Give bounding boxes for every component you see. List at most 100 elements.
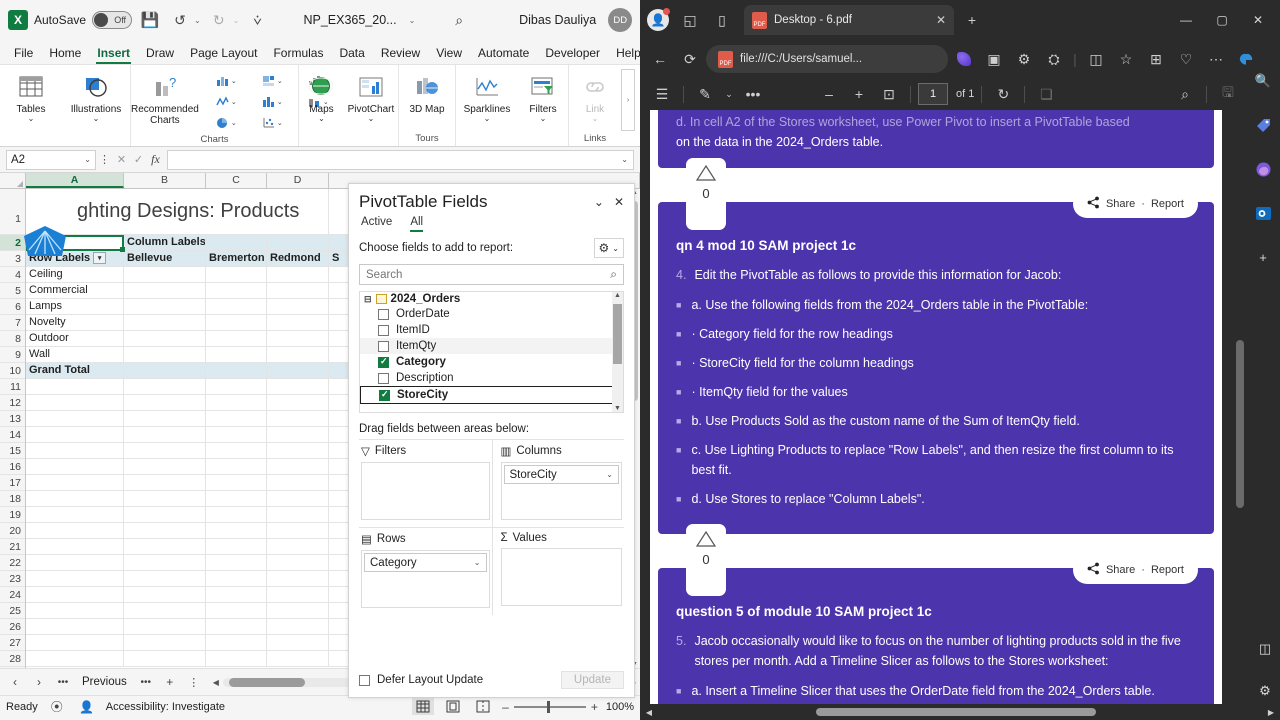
field-list-scroll-up-icon[interactable]: ▲	[612, 292, 623, 299]
hscroll-left-icon[interactable]: ◀	[213, 678, 219, 687]
field-chip-storecity[interactable]: StoreCity ⌄	[503, 465, 619, 484]
row-header-16[interactable]: 16	[0, 459, 25, 475]
cell-a8-outdoor[interactable]: Outdoor	[26, 331, 124, 346]
vote-box-5[interactable]: 0	[686, 524, 726, 596]
hscroll-left-icon[interactable]: ◀	[642, 708, 656, 717]
browser-minimize-button[interactable]: —	[1168, 5, 1204, 35]
field-search-box[interactable]: ⌕	[359, 264, 624, 285]
field-list-scrollbar[interactable]: ▲ ▼	[612, 292, 623, 412]
cancel-icon[interactable]: ✕	[113, 153, 130, 166]
field-list-scroll-down-icon[interactable]: ▼	[612, 405, 623, 412]
next-sheet-icon[interactable]: ›	[28, 675, 50, 689]
checkbox-storecity[interactable]	[379, 389, 390, 401]
checkbox-description[interactable]	[378, 372, 389, 384]
add-favorite-icon[interactable]: ☆	[1112, 45, 1140, 73]
shopping-icon[interactable]	[1252, 114, 1274, 136]
workbook-filename[interactable]: NP_EX365_20...	[303, 13, 396, 27]
row-header-19[interactable]: 19	[0, 507, 25, 523]
split-screen-icon[interactable]: ◫	[1082, 45, 1110, 73]
cell-c8[interactable]	[206, 331, 267, 346]
share-report-4[interactable]: Share · Report	[1072, 190, 1198, 218]
page-number-input[interactable]: 1	[918, 83, 948, 105]
table-of-contents-icon[interactable]: ☰	[648, 80, 676, 108]
row-header-27[interactable]: 27	[0, 635, 25, 651]
column-header-c[interactable]: C	[206, 173, 267, 188]
tab-insert[interactable]: Insert	[89, 44, 138, 64]
column-header-b[interactable]: B	[124, 173, 206, 188]
row-header-24[interactable]: 24	[0, 587, 25, 603]
cell-c2[interactable]	[206, 235, 267, 250]
row-header-7[interactable]: 7	[0, 315, 25, 331]
row-header-17[interactable]: 17	[0, 475, 25, 491]
save-icon[interactable]: 💾	[138, 8, 162, 32]
column-header-a[interactable]: A	[26, 173, 124, 188]
line-chart-icon[interactable]: ⌄	[203, 91, 249, 112]
pivot-tab-active[interactable]: Active	[361, 216, 392, 232]
pdf-horizontal-scrollbar[interactable]: ◀ ▶	[640, 704, 1280, 720]
sparklines-button[interactable]: Sparklines ⌄	[456, 68, 518, 123]
page-view-icon[interactable]: ❏	[1032, 80, 1060, 108]
cell-b4[interactable]	[124, 267, 206, 282]
cell-a5-commercial[interactable]: Commercial	[26, 283, 124, 298]
pivot-pane-minimize-icon[interactable]: ⌄	[594, 195, 604, 209]
row-header-21[interactable]: 21	[0, 539, 25, 555]
area-columns-box[interactable]: StoreCity ⌄	[500, 462, 622, 520]
zoom-out-icon[interactable]: –	[815, 80, 843, 108]
3d-map-button[interactable]: 3D Map	[399, 68, 455, 115]
filters-button[interactable]: Filters ⌄	[518, 68, 568, 123]
zoom-in-button[interactable]: +	[591, 700, 598, 714]
previous-sheet-icon[interactable]: ‹	[4, 675, 26, 689]
workspaces-icon[interactable]: ◱	[676, 6, 704, 34]
rotate-icon[interactable]: ↻	[989, 80, 1017, 108]
browser-close-button[interactable]: ✕	[1240, 5, 1276, 35]
field-list[interactable]: ⊟ 2024_Orders OrderDate ItemID ItemQty ⌄	[359, 291, 624, 413]
cell-d10[interactable]	[267, 363, 329, 378]
row-header-25[interactable]: 25	[0, 603, 25, 619]
search-icon[interactable]: ⌕	[455, 12, 463, 29]
back-icon[interactable]: ←	[646, 45, 674, 73]
copilot-icon[interactable]	[1252, 158, 1274, 180]
reading-view-icon[interactable]: ▣	[980, 45, 1008, 73]
browser-essentials-icon[interactable]: ♡	[1172, 45, 1200, 73]
formula-more-icon[interactable]: ⋮	[96, 153, 113, 166]
add-icon[interactable]: +	[1252, 246, 1274, 268]
formula-input[interactable]: ⌄	[167, 149, 634, 170]
upvote-icon[interactable]	[695, 530, 717, 548]
gear-icon[interactable]: ⚙	[1254, 680, 1276, 702]
recommended-charts-button[interactable]: ? Recommended Charts	[131, 68, 199, 126]
cell-b6[interactable]	[124, 299, 206, 314]
tab-view[interactable]: View	[428, 44, 470, 64]
scatter-chart-icon[interactable]: ⌄	[249, 112, 295, 133]
tab-data[interactable]: Data	[331, 44, 372, 64]
cell-c7[interactable]	[206, 315, 267, 330]
area-filters-box[interactable]	[361, 462, 490, 520]
normal-view-icon[interactable]	[412, 698, 435, 715]
tab-draw[interactable]: Draw	[138, 44, 182, 64]
cell-c5[interactable]	[206, 283, 267, 298]
cell-b2-column-labels[interactable]: Column Labels▾	[124, 235, 206, 250]
field-item-itemid[interactable]: ItemID	[360, 322, 623, 338]
tables-caret-icon[interactable]: ⌄	[28, 115, 35, 123]
gear-caret-icon[interactable]: ⌄	[612, 244, 619, 253]
browser-maximize-button[interactable]: ▢	[1204, 5, 1240, 35]
area-values-box[interactable]	[500, 548, 622, 606]
pdf-scroll-thumb[interactable]	[1236, 340, 1244, 508]
zoom-track[interactable]	[513, 700, 586, 713]
area-filters[interactable]: ▽ Filters	[359, 439, 492, 527]
formula-expand-icon[interactable]: ⌄	[621, 155, 628, 164]
filename-caret-icon[interactable]: ⌄	[409, 16, 416, 25]
collapse-icon[interactable]: ⊟	[364, 294, 372, 305]
hscroll-right-icon[interactable]: ▶	[1264, 708, 1278, 717]
cell-d6[interactable]	[267, 299, 329, 314]
pivotchart-button[interactable]: PivotChart ⌄	[344, 68, 398, 123]
tab-review[interactable]: Review	[373, 44, 428, 64]
report-label-4[interactable]: Report	[1151, 198, 1184, 210]
cell-a9-wall[interactable]: Wall	[26, 347, 124, 362]
hscroll-thumb[interactable]	[228, 677, 305, 687]
pdf-more-tools-icon[interactable]: •••	[739, 80, 767, 108]
cell-d5[interactable]	[267, 283, 329, 298]
tab-actions-icon[interactable]: ▯	[708, 6, 736, 34]
cell-d4[interactable]	[267, 267, 329, 282]
cell-a4-ceiling[interactable]: Ceiling	[26, 267, 124, 282]
row-header-6[interactable]: 6	[0, 299, 25, 315]
